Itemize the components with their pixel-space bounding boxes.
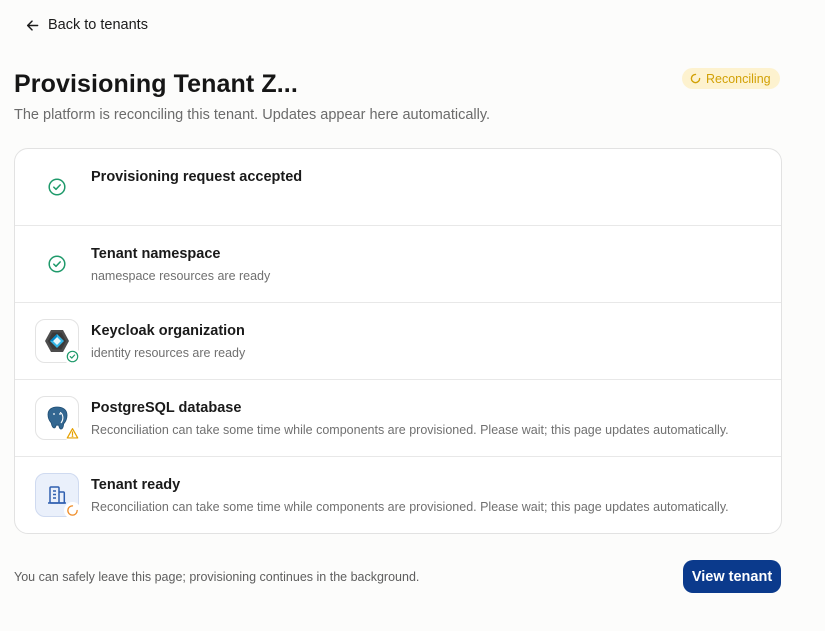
keycloak-icon-box [35,319,81,365]
step-postgresql-database: PostgreSQL database Reconciliation can t… [15,380,781,457]
tenant-provisioning-page: Back to tenants Provisioning Tenant Z...… [0,0,825,631]
check-circle-icon [48,255,66,273]
step-request-accepted: Provisioning request accepted [15,149,781,226]
step-description: Reconciliation can take some time while … [91,423,729,437]
postgresql-icon-box [35,396,81,442]
step-title: Tenant namespace [91,246,221,262]
status-progress-badge [64,502,81,519]
back-to-tenants-link[interactable]: Back to tenants [26,17,148,33]
step-keycloak-organization: Keycloak organization identity resources… [15,303,781,380]
warning-triangle-icon [66,428,79,439]
background-provisioning-note: You can safely leave this page; provisio… [14,570,420,584]
status-badge-label: Reconciling [706,71,771,86]
view-tenant-button[interactable]: View tenant [683,560,781,593]
page-title: Provisioning Tenant Z... [14,70,298,98]
step-tenant-namespace: Tenant namespace namespace resources are… [15,226,781,303]
step-title: PostgreSQL database [91,400,242,416]
step-title: Tenant ready [91,477,181,493]
spinner-icon [67,505,78,516]
status-check-badge [64,348,81,365]
provisioning-steps-list: Provisioning request accepted Tenant nam… [14,148,782,534]
step-title: Keycloak organization [91,323,245,339]
tenant-ready-icon-box [35,473,81,519]
step-title: Provisioning request accepted [91,169,303,185]
status-badge: Reconciling [682,68,780,89]
step-tenant-ready: Tenant ready Reconciliation can take som… [15,457,781,533]
check-circle-icon [66,350,79,363]
check-circle-icon [48,178,66,196]
spinner-icon [690,73,701,84]
step-description: identity resources are ready [91,346,246,360]
back-link-label: Back to tenants [48,17,148,33]
page-subtitle: The platform is reconciling this tenant.… [14,107,491,123]
step-description: namespace resources are ready [91,269,271,283]
step-description: Reconciliation can take some time while … [91,500,729,514]
arrow-left-icon [26,19,39,31]
status-warning-badge [64,425,81,442]
